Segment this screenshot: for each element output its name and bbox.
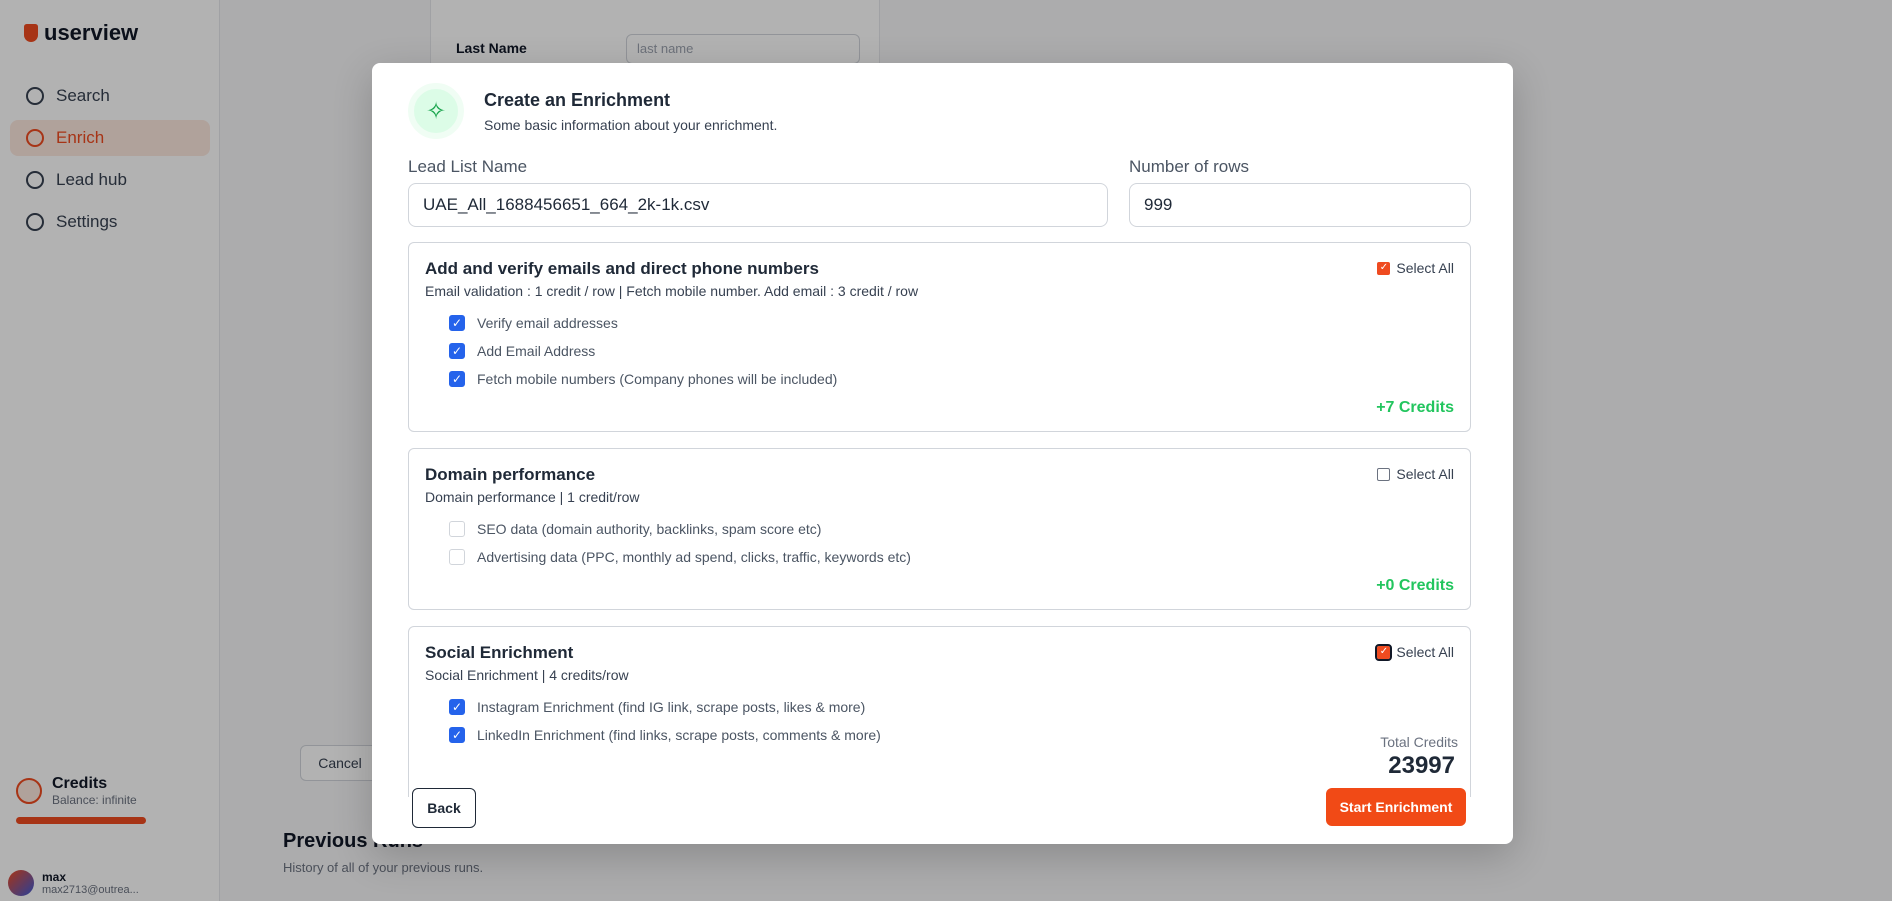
option-label: LinkedIn Enrichment (find links, scrape …: [477, 727, 881, 743]
select-all-checkbox[interactable]: [1377, 467, 1391, 481]
section-description: Domain performance | 1 credit/row: [425, 489, 640, 505]
option-label: Instagram Enrichment (find IG link, scra…: [477, 699, 866, 715]
number-of-rows-label: Number of rows: [1129, 157, 1249, 176]
modal-title: Create an Enrichment: [484, 89, 671, 110]
select-all-checkbox[interactable]: ✓: [1375, 643, 1393, 661]
section-credits: +7 Credits: [1376, 399, 1454, 416]
select-all-label: Select All: [1396, 644, 1454, 660]
select-all-social-enrichment[interactable]: ✓ Select All: [1375, 643, 1454, 661]
select-all-domain-performance[interactable]: Select All: [1377, 466, 1454, 482]
checkbox[interactable]: ✓: [449, 343, 465, 359]
option-label: Verify email addresses: [477, 315, 618, 331]
select-all-checkbox[interactable]: ✓: [1377, 261, 1391, 275]
select-all-label: Select All: [1396, 260, 1454, 276]
select-all-emails-phones[interactable]: ✓ Select All: [1377, 260, 1454, 276]
option-linkedin-enrichment[interactable]: ✓ LinkedIn Enrichment (find links, scrap…: [449, 727, 881, 743]
section-title: Domain performance: [425, 465, 596, 484]
option-add-email[interactable]: ✓ Add Email Address: [449, 343, 595, 359]
checkbox[interactable]: ✓: [449, 727, 465, 743]
lead-list-name-input[interactable]: UAE_All_1688456651_664_2k-1k.csv: [408, 183, 1108, 227]
option-instagram-enrichment[interactable]: ✓ Instagram Enrichment (find IG link, sc…: [449, 699, 865, 715]
option-label: Advertising data (PPC, monthly ad spend,…: [477, 549, 911, 565]
checkbox[interactable]: ✓: [449, 699, 465, 715]
option-label: Add Email Address: [477, 343, 596, 359]
option-verify-email[interactable]: ✓ Verify email addresses: [449, 315, 618, 331]
checkbox[interactable]: ✓: [449, 371, 465, 387]
lead-list-name-label: Lead List Name: [408, 157, 528, 176]
number-of-rows-input[interactable]: 999: [1129, 183, 1471, 227]
option-label: Fetch mobile numbers (Company phones wil…: [477, 371, 838, 387]
section-description: Email validation : 1 credit / row | Fetc…: [425, 283, 919, 299]
option-fetch-mobile[interactable]: ✓ Fetch mobile numbers (Company phones w…: [449, 371, 837, 387]
option-label: SEO data (domain authority, backlinks, s…: [477, 521, 822, 537]
option-seo-data[interactable]: SEO data (domain authority, backlinks, s…: [449, 521, 821, 537]
checkbox[interactable]: [449, 521, 465, 537]
checkbox[interactable]: [449, 549, 465, 565]
create-enrichment-modal: ✧ Create an Enrichment Some basic inform…: [372, 63, 1513, 844]
enrichment-options-scroll[interactable]: Add and verify emails and direct phone n…: [408, 242, 1471, 797]
section-credits: +0 Credits: [1376, 577, 1454, 594]
sparkles-icon: ✧: [408, 83, 464, 139]
modal-subtitle: Some basic information about your enrich…: [484, 116, 778, 133]
total-credits-label: Total Credits: [1380, 734, 1458, 750]
section-title: Add and verify emails and direct phone n…: [425, 259, 819, 278]
back-button[interactable]: Back: [412, 788, 476, 828]
total-credits-value: 23997: [1388, 752, 1455, 779]
select-all-label: Select All: [1396, 466, 1454, 482]
section-domain-performance: Domain performance Domain performance | …: [408, 448, 1471, 610]
modal-header: ✧ Create an Enrichment Some basic inform…: [408, 83, 777, 139]
section-social-enrichment: Social Enrichment Social Enrichment | 4 …: [408, 626, 1471, 797]
start-enrichment-button[interactable]: Start Enrichment: [1326, 788, 1466, 826]
option-advertising-data[interactable]: Advertising data (PPC, monthly ad spend,…: [449, 549, 911, 565]
checkbox[interactable]: ✓: [449, 315, 465, 331]
section-emails-phones: Add and verify emails and direct phone n…: [408, 242, 1471, 432]
section-description: Social Enrichment | 4 credits/row: [425, 667, 629, 683]
section-title: Social Enrichment: [425, 643, 574, 662]
